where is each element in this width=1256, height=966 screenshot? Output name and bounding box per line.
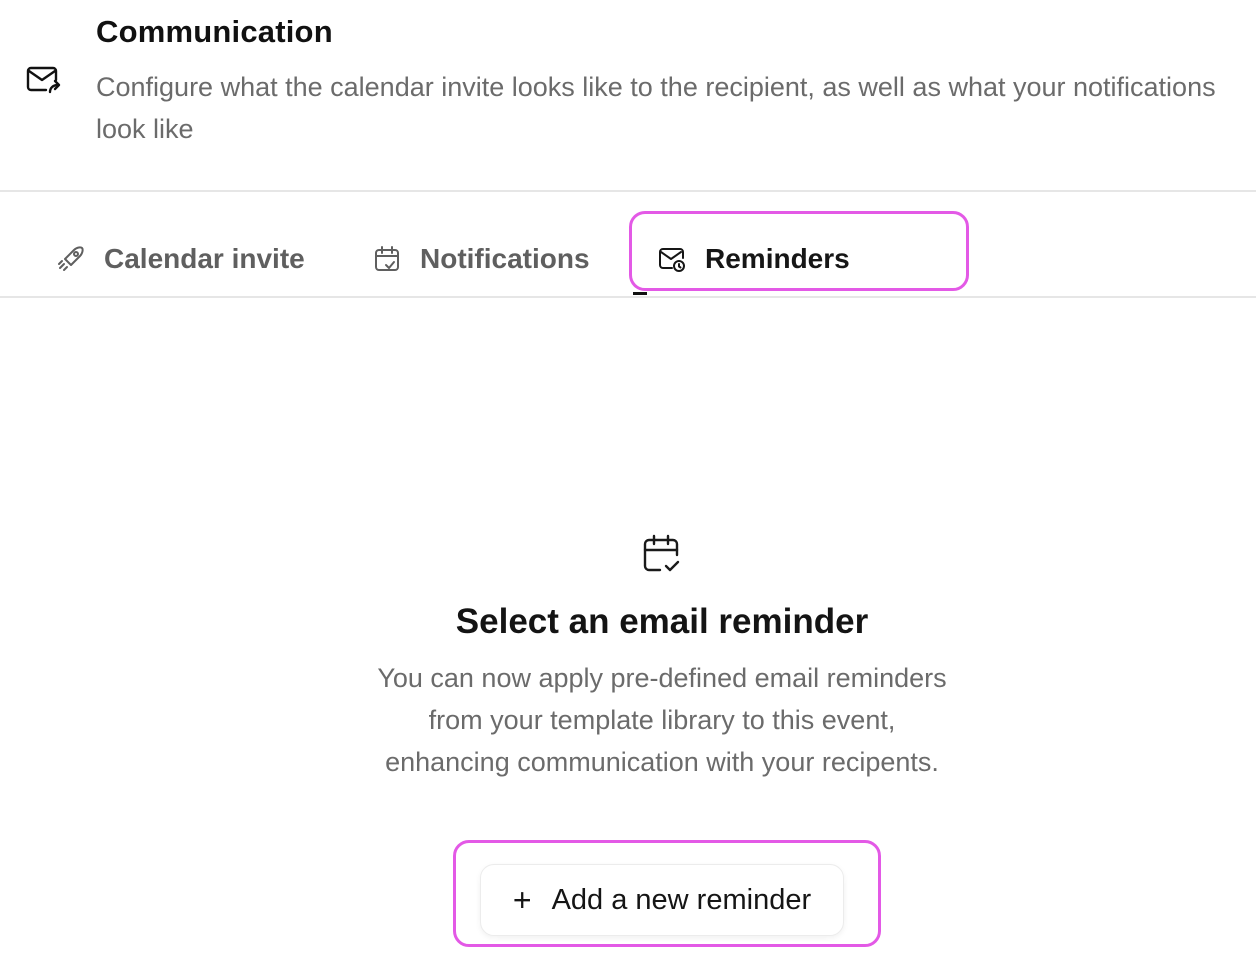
calendar-check-icon: [372, 244, 402, 274]
add-reminder-button[interactable]: + Add a new reminder: [480, 864, 844, 936]
calendar-check-icon: [640, 532, 684, 576]
tab-notifications[interactable]: Notifications: [372, 236, 590, 282]
tab-calendar-invite[interactable]: Calendar invite: [56, 236, 305, 282]
tabs-divider: [0, 296, 1256, 298]
empty-state-description: You can now apply pre-defined email remi…: [377, 663, 947, 777]
mail-clock-icon: [657, 244, 687, 274]
tab-reminders[interactable]: Reminders: [657, 236, 850, 282]
plus-icon: +: [512, 882, 532, 918]
mail-forward-icon: [24, 62, 64, 102]
tab-bar: Calendar invite Notifications Reminders: [0, 196, 1256, 296]
add-reminder-label: Add a new reminder: [551, 883, 812, 916]
tab-calendar-invite-label: Calendar invite: [104, 243, 305, 274]
communication-page: Communication Configure what the calenda…: [0, 0, 1256, 966]
empty-state-title: Select an email reminder: [455, 602, 869, 641]
tab-reminders-label: Reminders: [705, 243, 850, 274]
tab-notifications-label: Notifications: [420, 243, 590, 274]
page-description: Configure what the calendar invite looks…: [96, 72, 1216, 144]
active-tab-indicator: [633, 292, 647, 295]
header-divider: [0, 190, 1256, 192]
page-title: Communication: [96, 14, 333, 49]
rocket-icon: [56, 244, 86, 274]
